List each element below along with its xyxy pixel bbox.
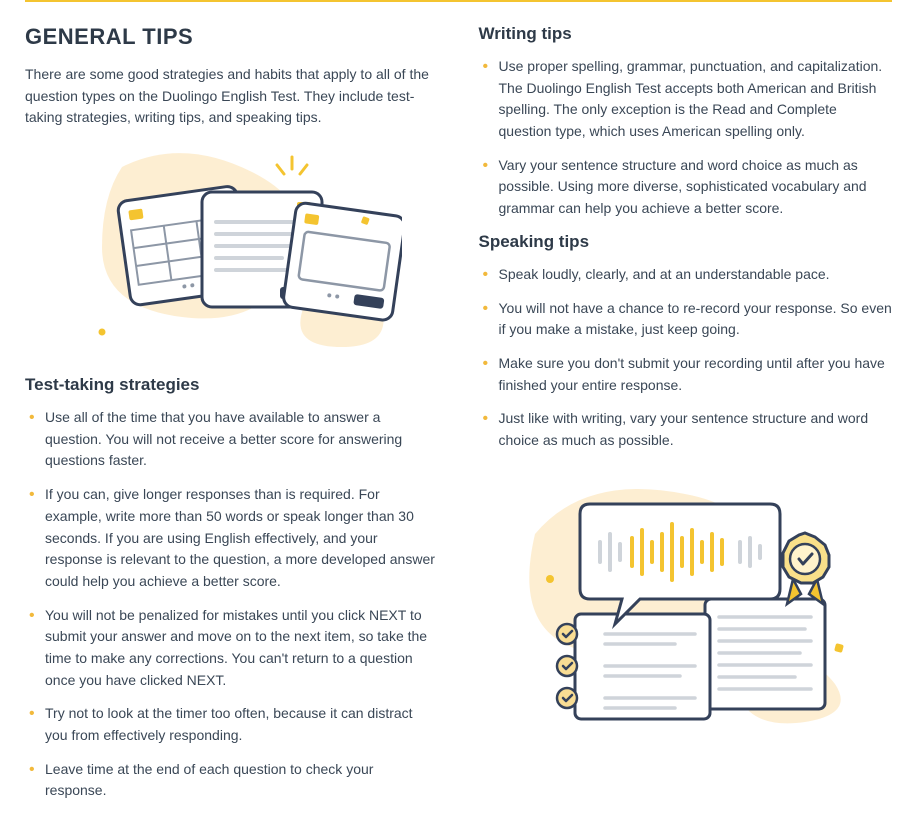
test-taking-title: Test-taking strategies [25,375,439,395]
list-item: Vary your sentence structure and word ch… [479,155,893,220]
list-item: Just like with writing, vary your senten… [479,408,893,451]
page-title: GENERAL TIPS [25,24,439,50]
check-icons [557,624,577,708]
top-divider [25,0,892,2]
speaking-list: Speak loudly, clearly, and at an underst… [479,264,893,452]
writing-list: Use proper spelling, grammar, punctuatio… [479,56,893,220]
list-item: If you can, give longer responses than i… [25,484,439,592]
list-item: You will not have a chance to re-record … [479,298,893,341]
writing-title: Writing tips [479,24,893,44]
list-item: Use proper spelling, grammar, punctuatio… [479,56,893,143]
left-column: GENERAL TIPS There are some good strateg… [25,24,439,814]
intro-paragraph: There are some good strategies and habit… [25,64,439,129]
list-item: You will not be penalized for mistakes u… [25,605,439,692]
right-column: Writing tips Use proper spelling, gramma… [479,24,893,814]
speaking-illustration-svg [505,464,865,734]
list-item: Speak loudly, clearly, and at an underst… [479,264,893,286]
list-item: Use all of the time that you have availa… [25,407,439,472]
content-columns: GENERAL TIPS There are some good strateg… [25,24,892,814]
speaking-title: Speaking tips [479,232,893,252]
speaking-illustration [479,464,893,734]
badge-icon [783,533,829,604]
cards-illustration [25,147,439,357]
cards-illustration-svg [62,147,402,357]
list-item: Make sure you don't submit your recordin… [479,353,893,396]
test-taking-list: Use all of the time that you have availa… [25,407,439,802]
list-item: Leave time at the end of each question t… [25,759,439,802]
list-item: Try not to look at the timer too often, … [25,703,439,746]
